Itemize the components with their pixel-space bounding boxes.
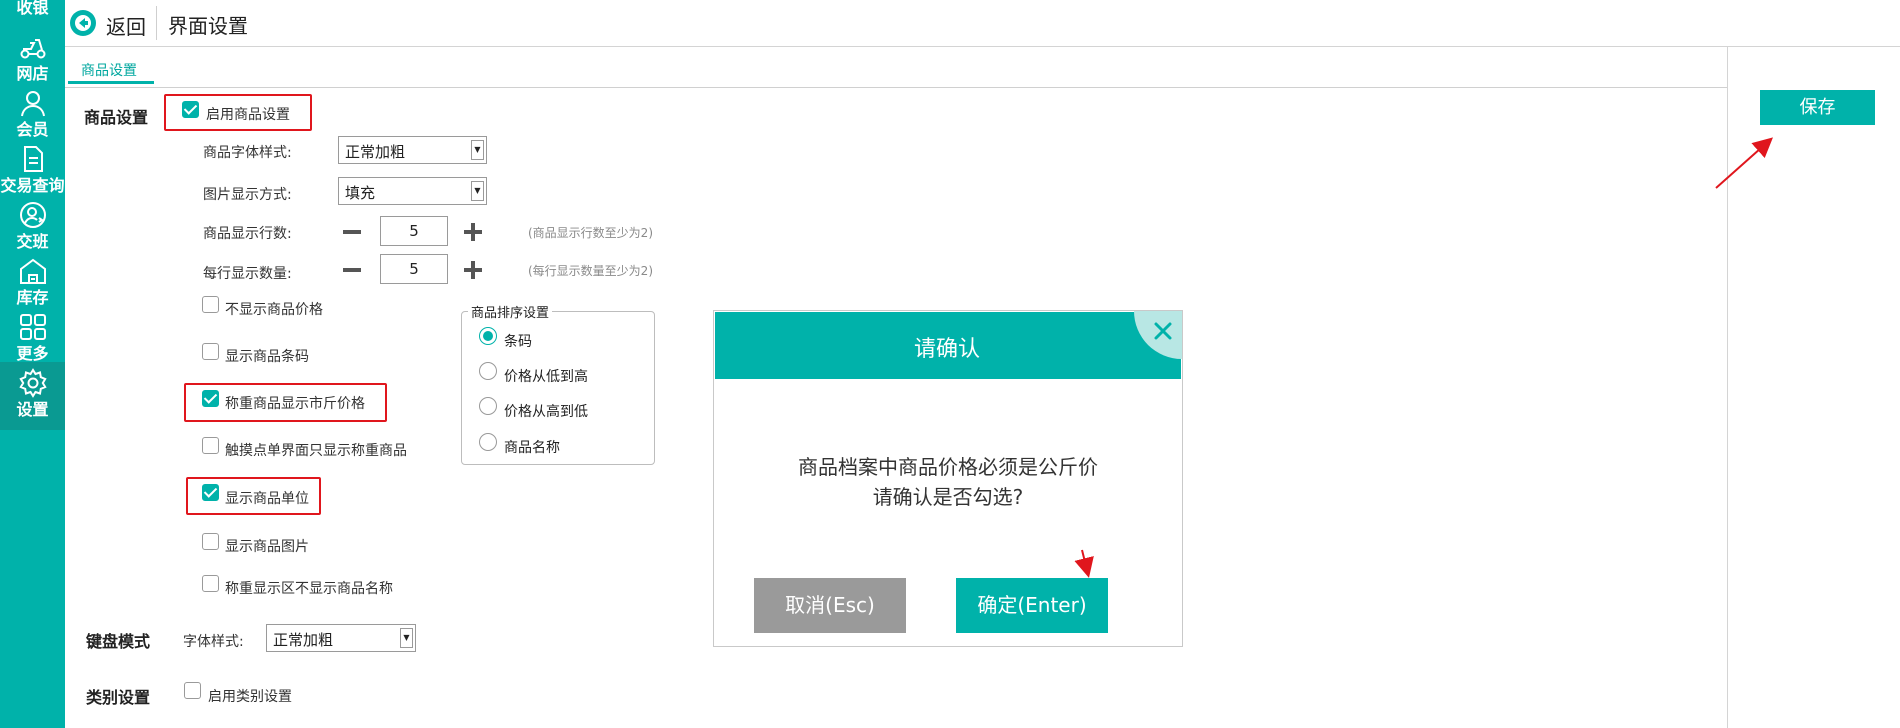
annotation-highlight-box [184, 383, 387, 422]
sidebar-item-label: 会员 [16, 120, 49, 139]
dialog-message: 商品档案中商品价格必须是公斤价 [798, 455, 1098, 479]
warehouse-icon [20, 258, 46, 284]
right-panel-divider [1727, 46, 1728, 728]
header-bar [65, 0, 1900, 47]
plus-icon[interactable] [462, 221, 484, 243]
annotation-arrow-save [1715, 137, 1773, 189]
dialog-title: 请确认 [913, 337, 980, 362]
minus-icon[interactable] [341, 259, 363, 281]
option-checkbox[interactable] [202, 437, 219, 454]
section-label-category: 类别设置 [86, 688, 151, 707]
save-button[interactable]: 保存 [1760, 90, 1875, 125]
sidebar-item-label: 网店 [16, 64, 49, 83]
section-label-keyboard: 键盘模式 [86, 632, 151, 651]
chevron-down-icon: ▼ [471, 140, 484, 160]
option-label: 显示商品条码 [225, 349, 309, 365]
option-label: 触摸点单界面只显示称重商品 [225, 443, 407, 459]
sidebar-item-cashier[interactable]: 收银 [0, 0, 65, 20]
sidebar-item-label: 收银 [16, 0, 49, 17]
keyboard-font-value: 正常加粗 [273, 631, 334, 649]
rows-hint: (商品显示行数至少为2) [528, 226, 653, 240]
enable-category-label: 启用类别设置 [208, 689, 292, 705]
sidebar-item-label: 交易查询 [0, 176, 65, 195]
chevron-down-icon: ▼ [471, 181, 484, 201]
keyboard-font-label: 字体样式: [183, 634, 244, 650]
sort-radio[interactable] [479, 362, 497, 380]
annotation-highlight-box [186, 477, 321, 515]
option-label: 显示商品图片 [225, 539, 309, 555]
sidebar-item-label: 更多 [16, 344, 49, 363]
rows-input[interactable]: 5 [380, 216, 448, 246]
font-style-select[interactable]: 正常加粗 ▼ [338, 136, 487, 164]
confirm-dialog: 请确认 商品档案中商品价格必须是公斤价 请确认是否勾选? 取消(Esc) 确定(… [713, 310, 1183, 647]
chevron-down-icon: ▼ [400, 628, 413, 648]
sort-radio[interactable] [479, 433, 497, 451]
sort-option-label: 价格从低到高 [504, 369, 588, 385]
tab-underline [65, 87, 1728, 88]
image-mode-value: 填充 [345, 184, 376, 202]
shift-user-icon [20, 202, 46, 228]
font-style-value: 正常加粗 [345, 143, 406, 161]
sort-settings-title: 商品排序设置 [468, 302, 553, 321]
dialog-message: 请确认是否勾选? [872, 485, 1024, 509]
cancel-button[interactable]: 取消(Esc) [754, 578, 906, 633]
sidebar-item-label: 库存 [16, 288, 49, 307]
per-row-label: 每行显示数量: [203, 266, 292, 282]
image-mode-label: 图片显示方式: [203, 187, 292, 203]
per-row-hint: (每行显示数量至少为2) [528, 264, 653, 278]
per-row-input[interactable]: 5 [380, 254, 448, 284]
option-checkbox[interactable] [202, 575, 219, 592]
back-arrow-icon [70, 10, 96, 36]
font-style-label: 商品字体样式: [203, 145, 292, 161]
keyboard-font-select[interactable]: 正常加粗 ▼ [266, 624, 416, 652]
sort-option-label: 条码 [504, 334, 532, 350]
sidebar: 收银 网店 会员 交易查询 交班 库存 更多 设置 [0, 0, 65, 728]
sidebar-item-settings[interactable]: 设置 [0, 362, 65, 430]
sort-radio[interactable] [479, 327, 497, 345]
sidebar-item-label: 设置 [16, 400, 49, 419]
option-label: 不显示商品价格 [225, 302, 323, 318]
option-label: 称重显示区不显示商品名称 [225, 581, 393, 597]
tab-goods-settings[interactable]: 商品设置 [68, 58, 154, 84]
annotation-highlight-box [164, 94, 312, 131]
page-title: 界面设置 [168, 14, 248, 38]
grid-icon [20, 314, 46, 340]
sidebar-item-label: 交班 [16, 232, 49, 251]
document-icon [24, 146, 43, 172]
confirm-button[interactable]: 确定(Enter) [956, 578, 1108, 633]
gear-icon [19, 368, 47, 398]
sort-option-label: 价格从高到低 [504, 404, 588, 420]
section-label-goods: 商品设置 [84, 108, 149, 127]
minus-icon[interactable] [341, 221, 363, 243]
option-checkbox[interactable] [202, 533, 219, 550]
sort-radio[interactable] [479, 397, 497, 415]
image-mode-select[interactable]: 填充 ▼ [338, 177, 487, 205]
rows-label: 商品显示行数: [203, 226, 292, 242]
person-icon [21, 91, 45, 117]
option-checkbox[interactable] [202, 296, 219, 313]
back-label: 返回 [106, 15, 146, 39]
sort-option-label: 商品名称 [504, 440, 560, 456]
header-divider [156, 6, 157, 40]
plus-icon[interactable] [462, 259, 484, 281]
option-checkbox[interactable] [202, 343, 219, 360]
back-button[interactable]: 返回 [70, 8, 150, 39]
enable-category-checkbox[interactable] [184, 682, 201, 699]
scooter-icon [20, 39, 46, 59]
